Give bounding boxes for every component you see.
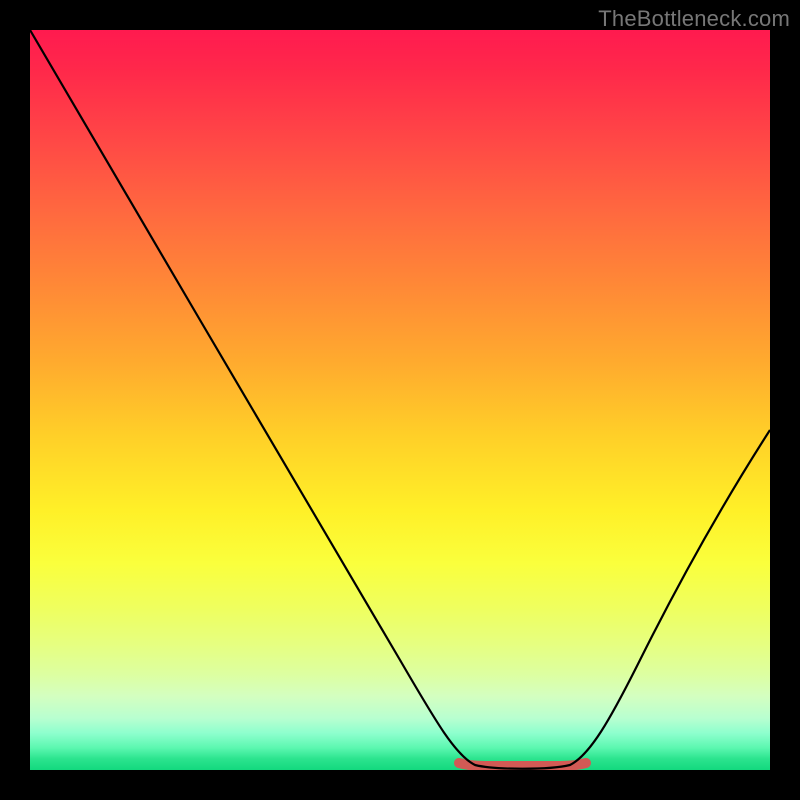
bottleneck-curve: [30, 30, 770, 769]
watermark-text: TheBottleneck.com: [598, 6, 790, 32]
curve-svg: [30, 30, 770, 770]
chart-frame: TheBottleneck.com: [0, 0, 800, 800]
plot-area: [30, 30, 770, 770]
